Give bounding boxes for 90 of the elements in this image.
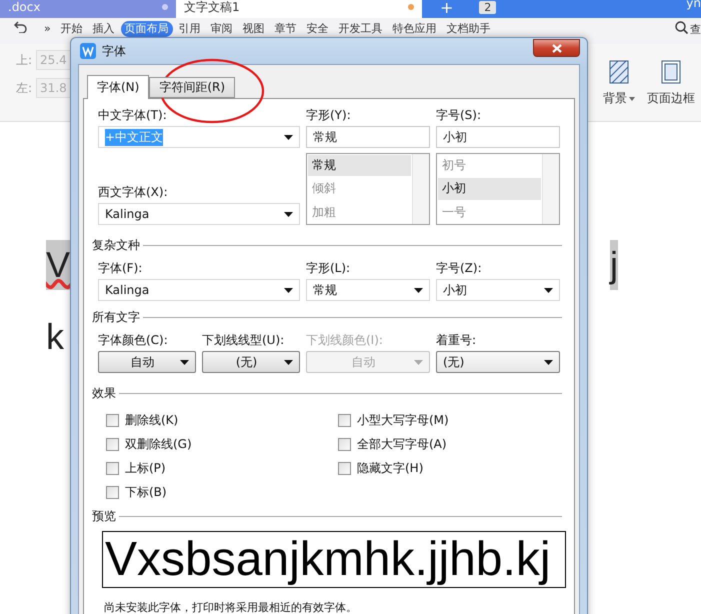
checkbox[interactable] xyxy=(106,462,119,474)
hatched-page-icon xyxy=(609,60,629,84)
user-name: yn xyxy=(686,0,701,12)
field-label: 字体颜色(C): xyxy=(98,332,169,348)
checkbox[interactable] xyxy=(106,486,119,498)
caret-icon xyxy=(414,360,423,364)
checkbox[interactable] xyxy=(338,438,351,450)
caret-icon xyxy=(544,288,553,292)
menu-tab[interactable]: 引用 xyxy=(174,21,205,37)
field-label: 字号(Z): xyxy=(436,260,483,276)
checkbox-label: 删除线(K) xyxy=(125,412,178,428)
tab-count: 2 xyxy=(479,0,496,14)
font-select[interactable]: Kalinga xyxy=(98,203,300,225)
new-tab-button[interactable]: + xyxy=(422,0,472,18)
checkbox-label: 隐藏文字(H) xyxy=(357,460,424,476)
menu-tab[interactable]: 页面布局 xyxy=(120,21,173,37)
document-text: V xyxy=(46,240,70,290)
close-button[interactable] xyxy=(533,39,580,57)
search-button[interactable]: 查 xyxy=(690,21,701,39)
caret-icon xyxy=(544,360,553,364)
dropdown-button[interactable]: (无) xyxy=(202,351,300,373)
font-note: 尚未安装此字体，打印时将采用最相近的有效字体。 xyxy=(104,600,358,614)
section-heading: 预览 xyxy=(92,508,116,525)
section-heading: 所有文字 xyxy=(92,309,140,326)
ribbon-tool-button[interactable]: 页面边框 xyxy=(645,60,697,121)
field-label: 字号(S): xyxy=(436,107,482,123)
dialog-tab[interactable]: 字符间距(R) xyxy=(149,77,236,98)
field-label: 西文字体(X): xyxy=(98,184,169,200)
caret-icon xyxy=(284,288,293,292)
close-icon xyxy=(552,44,562,52)
caret-icon xyxy=(180,360,189,364)
menu-tab[interactable]: 开始 xyxy=(56,21,87,37)
checkbox-label: 下标(B) xyxy=(125,484,167,500)
list-box[interactable]: 初号 小初 一号 xyxy=(436,153,560,225)
app-logo-icon xyxy=(80,43,96,59)
menu-tab[interactable]: 插入 xyxy=(88,21,119,37)
margin-label: 上: xyxy=(16,52,32,68)
caret-icon xyxy=(414,288,423,292)
checkbox[interactable] xyxy=(338,462,351,474)
preview-text: Vxsbsanjkmhk.jjhb.kj xyxy=(104,532,550,586)
checkbox[interactable] xyxy=(106,438,119,450)
section-heading: 效果 xyxy=(92,385,116,402)
section-heading: 复杂文种 xyxy=(92,237,140,254)
caret-icon xyxy=(284,134,293,140)
caret-icon xyxy=(284,212,293,216)
field-label: 着重号: xyxy=(436,332,478,348)
document-text: k xyxy=(46,315,64,359)
field-label: 字形(L): xyxy=(306,260,352,276)
field-label: 下划线颜色(I): xyxy=(306,332,384,348)
caret-icon xyxy=(629,96,635,100)
ribbon-tool-button[interactable]: 背景 xyxy=(601,60,637,121)
input-field[interactable]: 小初 xyxy=(436,126,560,148)
menu-tab[interactable]: 文档助手 xyxy=(442,21,495,37)
list-option[interactable]: 常规 xyxy=(308,155,411,176)
document-tab[interactable]: 文字文稿1 xyxy=(176,0,422,18)
field-label: 中文字体(T): xyxy=(98,107,168,123)
undo-icon[interactable] xyxy=(14,21,28,33)
checkbox-label: 上标(P) xyxy=(125,460,166,476)
dropdown-button[interactable]: 自动 xyxy=(98,351,196,373)
select-field[interactable]: 小初 xyxy=(436,279,560,301)
scrollbar[interactable] xyxy=(542,154,559,224)
menu-tab[interactable]: 开发工具 xyxy=(334,21,387,37)
checkbox[interactable] xyxy=(106,414,119,426)
checkbox-label: 全部大写字母(A) xyxy=(357,436,447,452)
more-button[interactable]: » xyxy=(40,21,55,37)
menu-tab[interactable]: 安全 xyxy=(302,21,333,37)
field-label: 字形(Y): xyxy=(306,107,352,123)
caret-icon xyxy=(284,360,293,364)
dialog-tab[interactable]: 字体(N) xyxy=(87,75,150,99)
menu-tab[interactable]: 审阅 xyxy=(206,21,237,37)
menu-tab[interactable]: 视图 xyxy=(238,21,269,37)
search-icon[interactable] xyxy=(675,21,688,34)
checkbox-label: 小型大写字母(M) xyxy=(357,412,449,428)
margin-label: 左: xyxy=(16,80,32,96)
field-label: 下划线线型(U): xyxy=(202,332,286,348)
checkbox-label: 双删除线(G) xyxy=(125,436,192,452)
checkbox[interactable] xyxy=(338,414,351,426)
page-border-icon xyxy=(661,60,681,84)
input-field[interactable]: 常规 xyxy=(306,126,430,148)
field-label: 字体(F): xyxy=(98,260,144,276)
dialog-title: 字体 xyxy=(102,42,126,60)
select-field[interactable]: Kalinga xyxy=(98,279,300,301)
dropdown-button[interactable]: (无) xyxy=(436,351,560,373)
list-option[interactable]: 小初 xyxy=(438,178,541,200)
select-field[interactable]: 常规 xyxy=(306,279,430,301)
list-box[interactable]: 常规 倾斜 加粗 xyxy=(306,153,430,225)
document-text: j xyxy=(610,240,618,290)
menu-tab[interactable]: 章节 xyxy=(270,21,301,37)
scrollbar[interactable] xyxy=(412,154,429,224)
menu-tab[interactable]: 特色应用 xyxy=(388,21,441,37)
